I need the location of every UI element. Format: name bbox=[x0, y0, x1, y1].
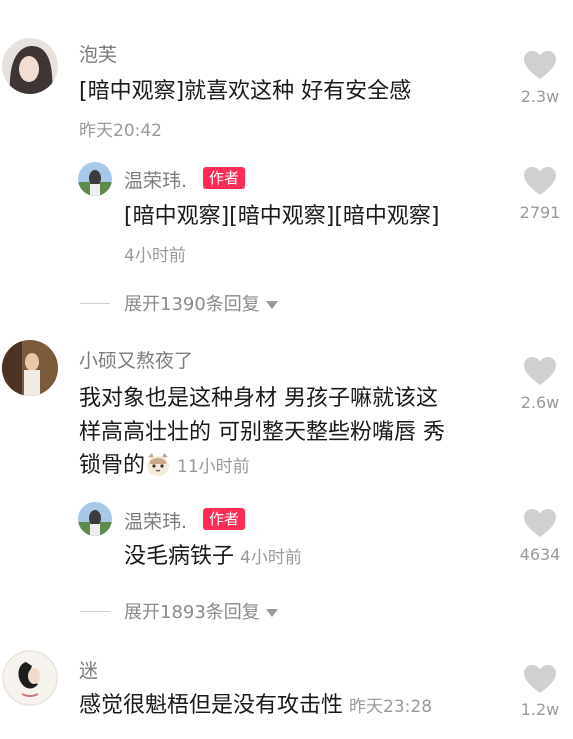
divider bbox=[80, 303, 110, 304]
like-count: 2.3w bbox=[520, 87, 560, 106]
like-count: 1.2w bbox=[520, 700, 560, 719]
comment-text-line: 我对象也是这种身材 男孩子嘛就该这 bbox=[79, 386, 438, 411]
comment-text-line: 锁骨的 bbox=[79, 453, 146, 478]
heart-icon[interactable] bbox=[523, 166, 557, 196]
expand-replies-label: 展开1390条回复 bbox=[124, 294, 260, 315]
comment-time: 11小时前 bbox=[177, 457, 250, 477]
reply-time: 4小时前 bbox=[124, 246, 186, 266]
comment-text-line-with-time: 锁骨的 11小时前 bbox=[79, 448, 250, 485]
expand-replies-label: 展开1893条回复 bbox=[124, 602, 260, 623]
comment-username[interactable]: 小硕又熬夜了 bbox=[79, 346, 193, 373]
author-badge: 作者 bbox=[203, 508, 246, 530]
reply-username[interactable]: 温荣玮. bbox=[124, 507, 187, 534]
avatar[interactable] bbox=[78, 162, 112, 196]
comment-username[interactable]: 迷 bbox=[79, 656, 98, 683]
avatar[interactable] bbox=[78, 502, 112, 536]
like-count: 2.6w bbox=[520, 393, 560, 412]
author-badge: 作者 bbox=[203, 167, 246, 189]
reply-text: [暗中观察][暗中观察][暗中观察] bbox=[124, 204, 440, 229]
heart-icon[interactable] bbox=[523, 664, 557, 694]
comment-text: [暗中观察]就喜欢这种 好有安全感 bbox=[79, 79, 412, 104]
chevron-down-icon bbox=[265, 609, 278, 617]
reply-text: 没毛病铁子 bbox=[124, 544, 235, 569]
avatar[interactable] bbox=[2, 38, 58, 94]
heart-icon[interactable] bbox=[523, 50, 557, 80]
expand-replies-button[interactable]: 展开1390条回复 bbox=[124, 290, 278, 316]
avatar[interactable] bbox=[2, 340, 58, 396]
like-count: 2791 bbox=[519, 203, 561, 222]
divider bbox=[80, 611, 110, 612]
heart-icon[interactable] bbox=[523, 356, 557, 386]
reply-time: 4小时前 bbox=[240, 548, 302, 568]
like-count: 4634 bbox=[519, 545, 561, 564]
comment-text-with-time: 感觉很魁梧但是没有攻击性 昨天23:28 bbox=[79, 688, 432, 725]
avatar[interactable] bbox=[2, 650, 58, 706]
comment-text: 感觉很魁梧但是没有攻击性 bbox=[79, 693, 344, 718]
expand-replies-button[interactable]: 展开1893条回复 bbox=[124, 598, 278, 624]
comment-text-line: 样高高壮壮的 可别整天整些粉嘴唇 秀 bbox=[79, 420, 445, 445]
comment-username[interactable]: 泡芙 bbox=[79, 40, 117, 67]
comment-time: 昨天20:42 bbox=[79, 121, 162, 141]
comment-time: 昨天23:28 bbox=[349, 697, 433, 717]
chevron-down-icon bbox=[265, 301, 278, 309]
cat-face-emoji bbox=[147, 453, 170, 476]
heart-icon[interactable] bbox=[523, 508, 557, 538]
reply-text-with-time: 没毛病铁子 4小时前 bbox=[124, 539, 302, 576]
reply-username[interactable]: 温荣玮. bbox=[124, 166, 187, 193]
